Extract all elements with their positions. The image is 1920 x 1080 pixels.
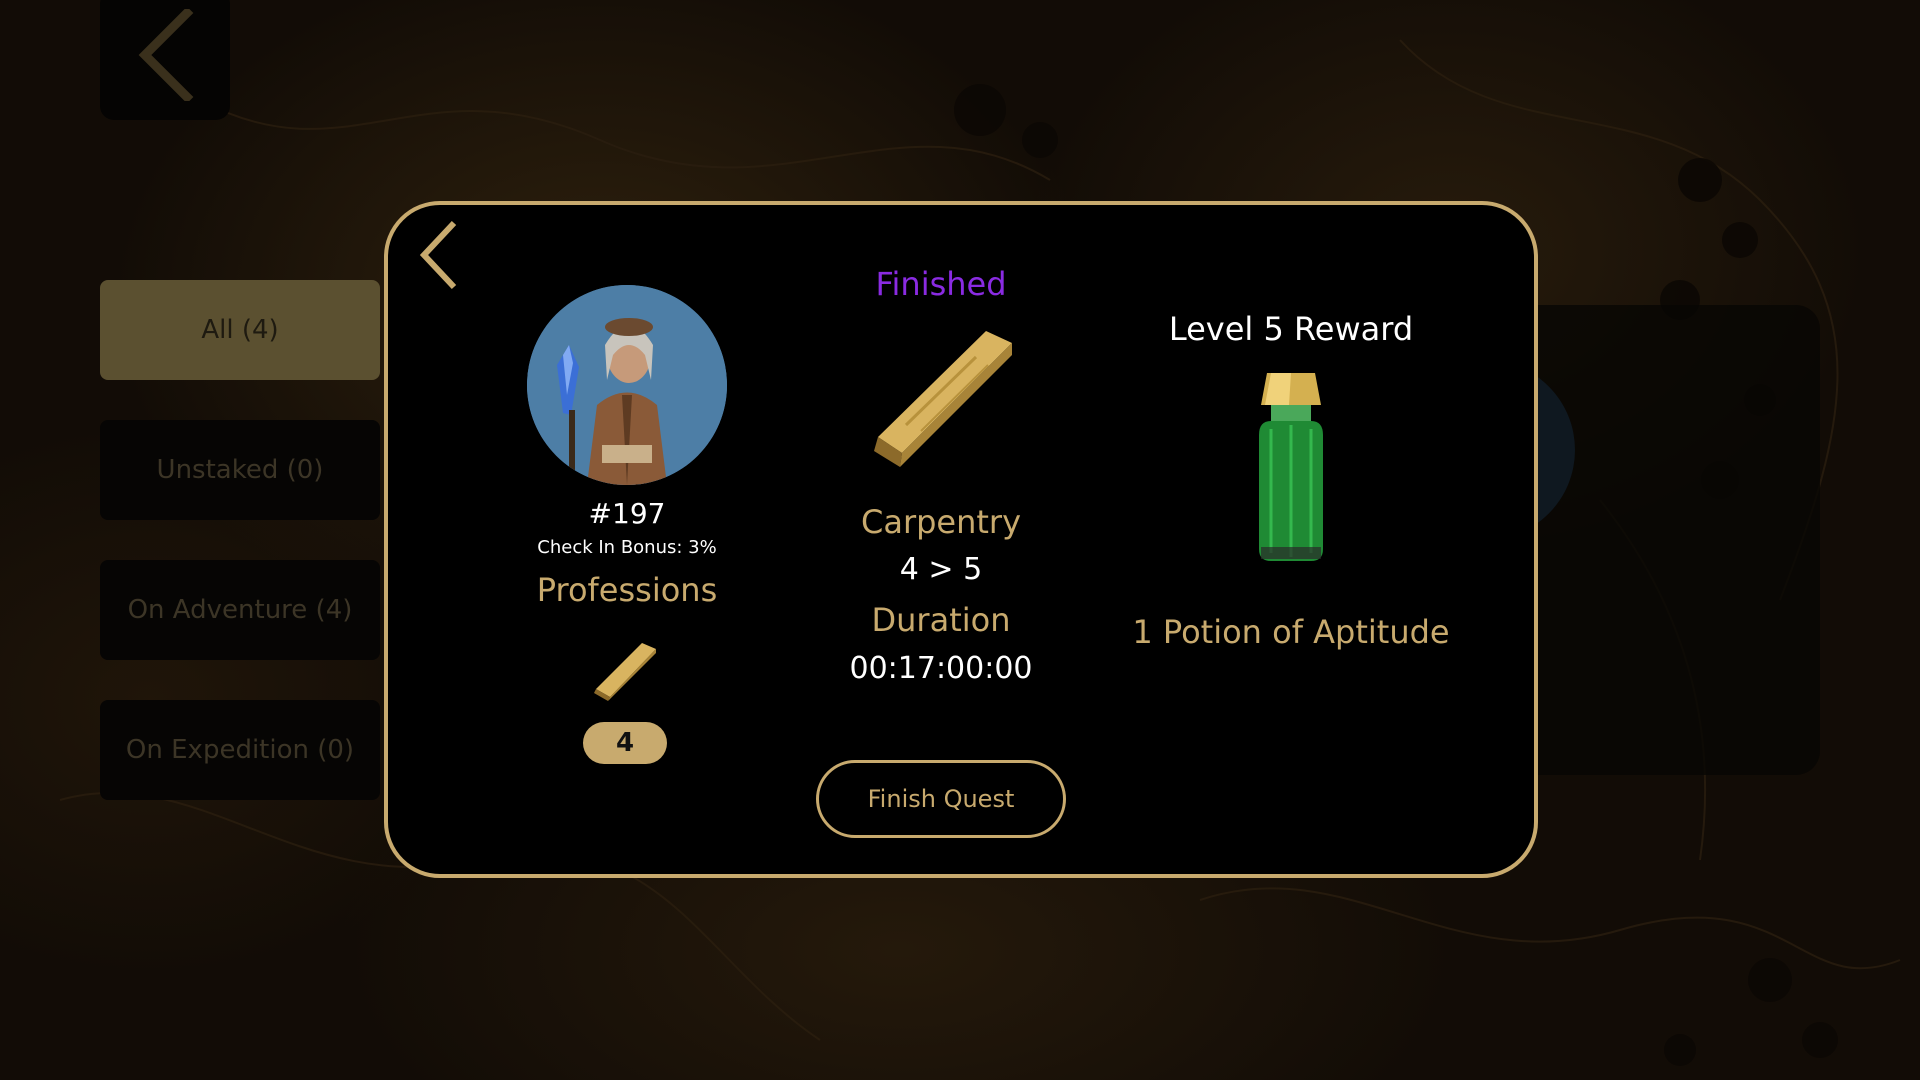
- hero-id: #197: [588, 497, 666, 530]
- professions-label: Professions: [536, 571, 718, 609]
- duration-label: Duration: [871, 601, 1011, 639]
- filter-all-label: All (4): [201, 315, 279, 345]
- filter-on-adventure-button[interactable]: On Adventure (4): [100, 560, 380, 660]
- filter-unstaked-label: Unstaked (0): [156, 455, 324, 485]
- wood-plank-icon: [590, 635, 660, 705]
- filter-unstaked-button[interactable]: Unstaked (0): [100, 420, 380, 520]
- filter-on-expedition-label: On Expedition (0): [125, 735, 355, 765]
- quest-profession: Carpentry: [860, 503, 1022, 541]
- filter-on-expedition-button[interactable]: On Expedition (0): [100, 700, 380, 800]
- potion-bottle-icon: [1231, 365, 1351, 565]
- quest-duration: 00:17:00:00: [849, 651, 1033, 686]
- finish-quest-button[interactable]: Finish Quest: [816, 760, 1066, 838]
- quest-level-change: 4 > 5: [899, 552, 983, 587]
- profession-level-badge: 4: [583, 722, 667, 764]
- wood-plank-icon: [866, 325, 1016, 475]
- check-in-bonus: Check In Bonus: 3%: [537, 537, 717, 558]
- hero-avatar: [527, 285, 727, 485]
- chevron-left-icon: [419, 220, 457, 290]
- quest-modal: #197 Check In Bonus: 3% Professions 4 Fi…: [384, 201, 1538, 878]
- back-button[interactable]: [100, 0, 230, 120]
- reward-item: 1 Potion of Aptitude: [1132, 613, 1450, 651]
- hero-card-panel: [1500, 305, 1820, 775]
- filter-on-adventure-label: On Adventure (4): [127, 595, 353, 625]
- modal-back-button[interactable]: [414, 217, 464, 297]
- reward-title: Level 5 Reward: [1168, 310, 1414, 348]
- quest-status: Finished: [875, 265, 1007, 303]
- chevron-left-icon: [138, 9, 194, 101]
- filter-all-button[interactable]: All (4): [100, 280, 380, 380]
